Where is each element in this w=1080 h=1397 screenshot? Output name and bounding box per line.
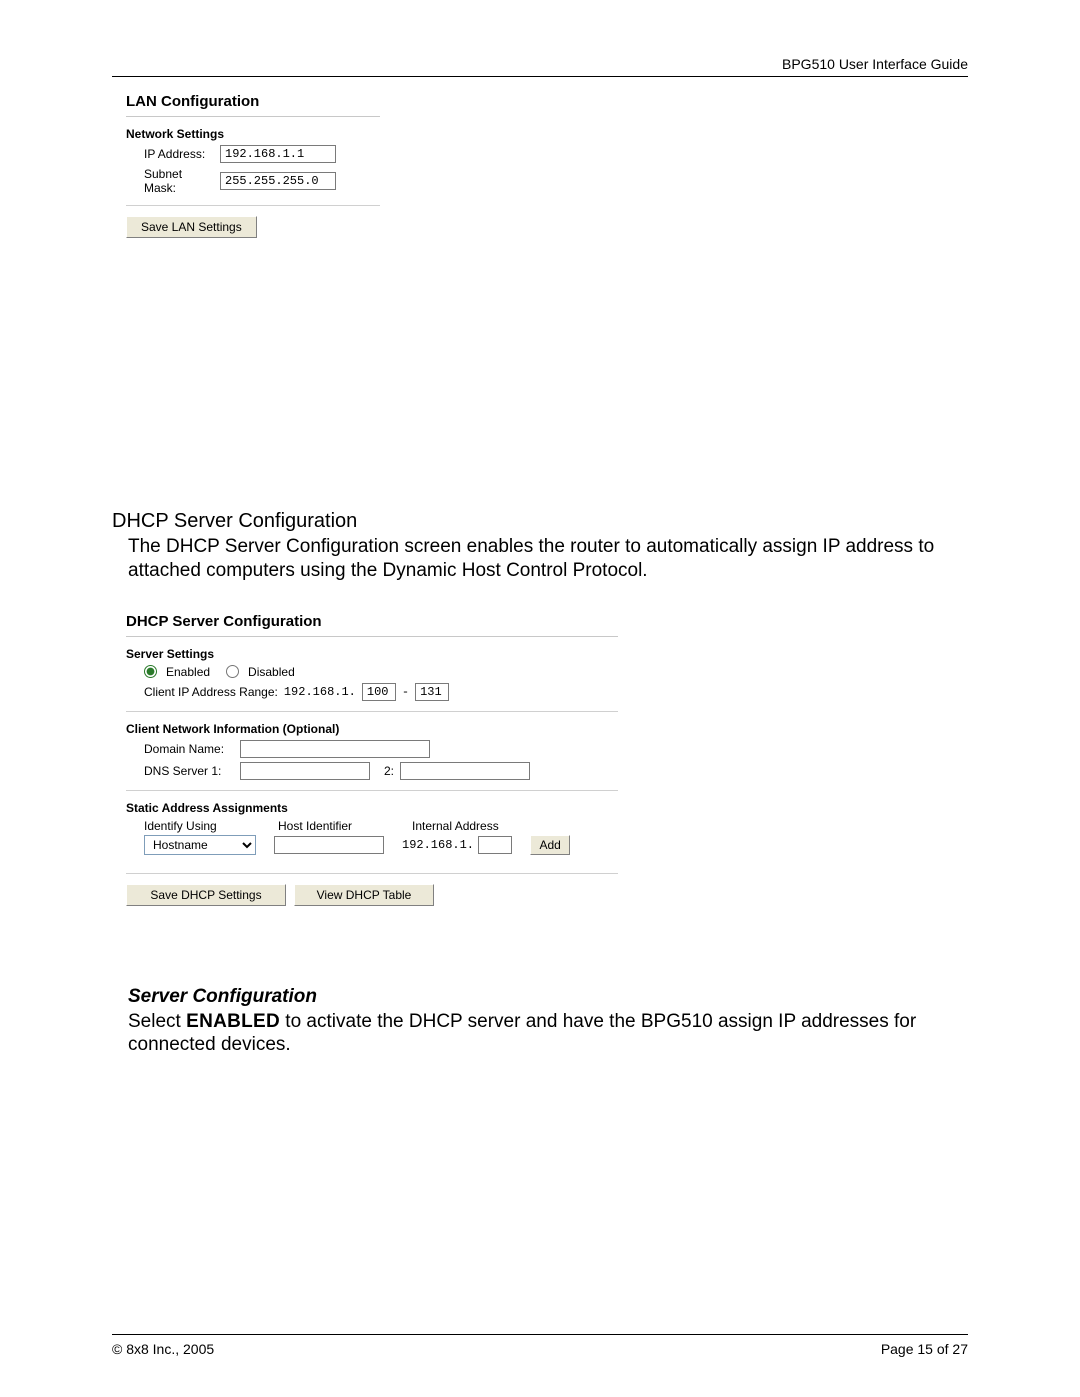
lan-title: LAN Configuration (126, 93, 380, 110)
col-internal-address: Internal Address (412, 819, 499, 833)
ip-address-input[interactable] (220, 145, 336, 163)
domain-name-input[interactable] (240, 740, 430, 758)
dhcp-intro-text: The DHCP Server Configuration screen ena… (128, 535, 968, 583)
save-dhcp-settings-button[interactable]: Save DHCP Settings (126, 884, 286, 906)
client-ip-range-row: Client IP Address Range: 192.168.1. - (144, 683, 618, 701)
static-assignments-heading: Static Address Assignments (126, 801, 618, 815)
client-ip-range-label: Client IP Address Range: (144, 685, 278, 699)
dhcp-title: DHCP Server Configuration (126, 613, 618, 630)
page-footer: © 8x8 Inc., 2005 Page 15 of 27 (112, 1334, 968, 1357)
footer-divider (112, 1334, 968, 1335)
add-button[interactable]: Add (530, 835, 569, 855)
header-divider (112, 76, 968, 77)
range-to-input[interactable] (415, 683, 449, 701)
ip-address-row: IP Address: (144, 145, 380, 163)
dns-server-row: DNS Server 1: 2: (144, 762, 618, 780)
divider (126, 205, 380, 206)
server-settings-heading: Server Settings (126, 647, 618, 661)
domain-name-row: Domain Name: (144, 740, 618, 758)
subnet-mask-label: Subnet Mask: (144, 167, 214, 195)
col-identify-using: Identify Using (144, 819, 254, 833)
server-configuration-heading: Server Configuration (128, 986, 968, 1008)
footer-copyright: © 8x8 Inc., 2005 (112, 1341, 214, 1357)
subnet-mask-row: Subnet Mask: (144, 167, 380, 195)
client-network-info-heading: Client Network Information (Optional) (126, 722, 618, 736)
domain-name-label: Domain Name: (144, 742, 234, 756)
range-prefix: 192.168.1. (284, 685, 356, 699)
dhcp-configuration-panel: DHCP Server Configuration Server Setting… (126, 613, 618, 906)
dns2-input[interactable] (400, 762, 530, 780)
divider (126, 116, 380, 117)
save-lan-settings-button[interactable]: Save LAN Settings (126, 216, 257, 238)
divider (126, 711, 618, 712)
lan-configuration-panel: LAN Configuration Network Settings IP Ad… (126, 93, 380, 238)
range-from-input[interactable] (362, 683, 396, 701)
doc-header-title: BPG510 User Interface Guide (112, 56, 968, 72)
host-identifier-input[interactable] (274, 836, 384, 854)
disabled-label: Disabled (248, 665, 295, 679)
col-host-identifier: Host Identifier (278, 819, 388, 833)
divider (126, 873, 618, 874)
divider (126, 790, 618, 791)
enabled-radio[interactable] (144, 665, 157, 678)
server-configuration-text: Select ENABLED to activate the DHCP serv… (128, 1010, 968, 1058)
internal-addr-input[interactable] (478, 836, 512, 854)
dns1-label: DNS Server 1: (144, 764, 234, 778)
view-dhcp-table-button[interactable]: View DHCP Table (294, 884, 434, 906)
subnet-mask-input[interactable] (220, 172, 336, 190)
ip-address-label: IP Address: (144, 147, 214, 161)
footer-page-number: Page 15 of 27 (881, 1341, 968, 1357)
range-dash: - (402, 685, 409, 699)
dhcp-enable-row: Enabled Disabled (144, 665, 618, 679)
dhcp-heading: DHCP Server Configuration (112, 510, 968, 533)
divider (126, 636, 618, 637)
identify-using-select[interactable]: Hostname (144, 835, 256, 855)
network-settings-heading: Network Settings (126, 127, 380, 141)
internal-addr-prefix: 192.168.1. (402, 838, 474, 852)
dns2-label: 2: (384, 764, 394, 778)
disabled-radio[interactable] (226, 665, 239, 678)
enabled-label: Enabled (166, 665, 210, 679)
dns1-input[interactable] (240, 762, 370, 780)
